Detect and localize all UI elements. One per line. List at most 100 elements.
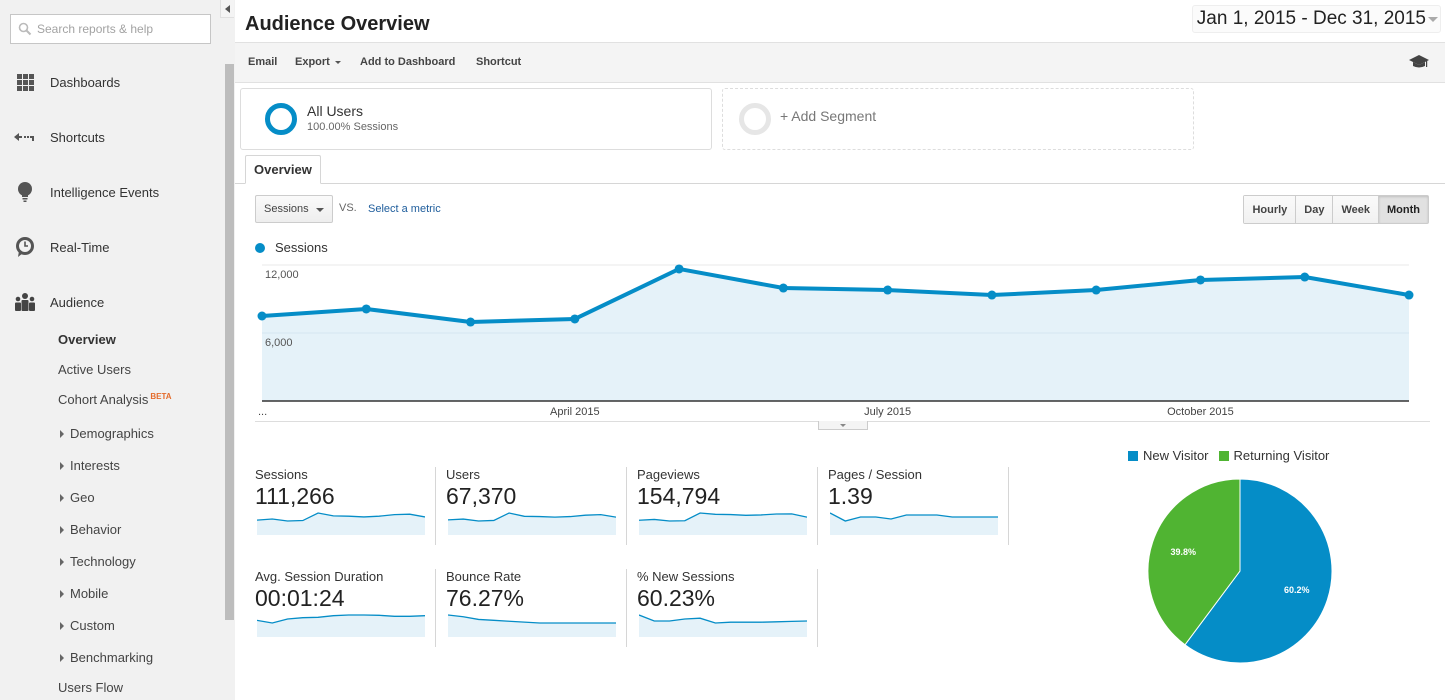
data-point[interactable] (466, 317, 476, 327)
shortcut-button[interactable]: Shortcut (476, 56, 521, 68)
sparkline-fill (257, 615, 425, 637)
sidebar-item-dashboards[interactable]: Dashboards (0, 67, 220, 97)
sidebar-subitem-demographics[interactable]: Demographics (58, 426, 154, 441)
segment-all-users[interactable]: All Users 100.00% Sessions (240, 88, 712, 150)
search-box[interactable] (10, 14, 211, 44)
data-point[interactable] (1091, 285, 1101, 295)
metric-select[interactable]: Sessions (255, 195, 333, 223)
data-point[interactable] (883, 285, 893, 295)
granularity-hourly-button[interactable]: Hourly (1244, 196, 1296, 223)
sidebar-subitem-overview[interactable]: Overview (58, 332, 116, 347)
add-segment-button[interactable]: + Add Segment (722, 88, 1194, 150)
collapse-sidebar-button[interactable] (220, 0, 234, 18)
line-chart-legend: Sessions (255, 240, 328, 255)
sidebar-item-label: Real-Time (50, 239, 110, 255)
sidebar-scrollbar[interactable] (225, 64, 234, 620)
data-point[interactable] (1195, 275, 1205, 285)
graduation-cap-icon[interactable] (1409, 54, 1429, 70)
metric-pageviews[interactable]: Pageviews 154,794 (637, 467, 827, 547)
data-point[interactable] (674, 264, 684, 274)
sidebar-item-real-time[interactable]: Real-Time (0, 232, 220, 262)
select-metric-link[interactable]: Select a metric (368, 203, 441, 215)
legend-dot (255, 242, 265, 253)
subitem-label: Geo (70, 490, 95, 505)
metric-divider (626, 467, 627, 545)
metric-divider (435, 569, 436, 647)
subitem-label: Interests (70, 458, 120, 473)
add-segment-label: + Add Segment (780, 108, 877, 124)
metric-bounce-rate[interactable]: Bounce Rate 76.27% (446, 569, 636, 649)
data-point[interactable] (987, 290, 997, 300)
export-button[interactable]: Export (295, 56, 341, 68)
sidebar-item-label: Audience (50, 294, 105, 310)
pie-legend-item-new[interactable]: New Visitor (1128, 448, 1209, 463)
metric-divider (817, 467, 818, 545)
data-point[interactable] (361, 304, 371, 314)
add-to-dashboard-button[interactable]: Add to Dashboard (360, 56, 455, 68)
people-icon (14, 291, 36, 313)
subitem-label: Behavior (70, 522, 122, 537)
sidebar-subitem-custom[interactable]: Custom (58, 618, 115, 633)
expand-chart-button[interactable] (818, 421, 868, 430)
metric-value: 1.39 (828, 483, 873, 509)
sidebar-subitem-interests[interactable]: Interests (58, 458, 120, 473)
sidebar: Dashboards Shortcuts Intelligence Events… (0, 0, 235, 700)
sidebar-item-label: Shortcuts (50, 129, 105, 145)
sidebar-subitem-active-users[interactable]: Active Users (58, 362, 131, 377)
sidebar-subitem-users-flow[interactable]: Users Flow (58, 680, 123, 695)
email-button[interactable]: Email (248, 56, 277, 68)
tab-overview[interactable]: Overview (245, 155, 321, 184)
search-icon (18, 22, 32, 36)
data-point[interactable] (1300, 272, 1310, 282)
expand-caret-icon (60, 461, 64, 470)
sidebar-subitem-geo[interactable]: Geo (58, 490, 95, 505)
metric-value: 67,370 (446, 483, 517, 509)
granularity-day-button[interactable]: Day (1295, 196, 1333, 223)
sidebar-item-audience[interactable]: Audience (0, 287, 220, 317)
sidebar-subitem-benchmarking[interactable]: Benchmarking (58, 650, 153, 665)
expand-caret-icon (60, 653, 64, 662)
data-point[interactable] (778, 283, 788, 293)
clock-icon (14, 236, 36, 258)
subitem-label: Custom (70, 618, 115, 633)
metric-new-sessions[interactable]: % New Sessions 60.23% (637, 569, 827, 649)
visitor-pie-chart: 60.2% 39.8% (1147, 478, 1333, 664)
metric-value: 154,794 (637, 483, 721, 509)
data-point[interactable] (570, 314, 580, 324)
granularity-toggle: Hourly Day Week Month (1243, 195, 1429, 224)
legend-label: Sessions (275, 240, 328, 255)
sparkline (639, 614, 807, 637)
dropdown-caret-icon (334, 60, 341, 64)
x-tick-label: July 2015 (864, 406, 911, 418)
data-point[interactable] (1404, 290, 1414, 300)
segment-ring-placeholder-icon (739, 103, 771, 135)
metric-users[interactable]: Users 67,370 (446, 467, 636, 547)
metric-divider (626, 569, 627, 647)
sidebar-subitem-cohort-analysis[interactable]: Cohort Analysis BETA (58, 392, 172, 407)
search-input[interactable] (37, 22, 197, 36)
metric-avg-session-duration[interactable]: Avg. Session Duration 00:01:24 (255, 569, 445, 649)
sidebar-item-shortcuts[interactable]: Shortcuts (0, 122, 220, 152)
legend-swatch (1128, 450, 1138, 461)
sidebar-subitem-technology[interactable]: Technology (58, 554, 136, 569)
date-range-picker[interactable]: Jan 1, 2015 - Dec 31, 2015 (1191, 5, 1441, 33)
expand-caret-icon (60, 525, 64, 534)
sidebar-subitem-mobile[interactable]: Mobile (58, 586, 108, 601)
subitem-label: Technology (70, 554, 136, 569)
metric-pages-session[interactable]: Pages / Session 1.39 (828, 467, 1018, 547)
granularity-month-button[interactable]: Month (1378, 196, 1428, 223)
legend-label: Returning Visitor (1233, 448, 1330, 463)
page-title: Audience Overview (245, 13, 430, 35)
expand-caret-icon (60, 557, 64, 566)
metric-label: % New Sessions (637, 569, 735, 584)
legend-swatch (1218, 450, 1229, 461)
segment-name: All Users (307, 103, 364, 119)
metric-label: Bounce Rate (446, 569, 522, 584)
sidebar-subitem-behavior[interactable]: Behavior (58, 522, 121, 537)
pie-legend-item-returning[interactable]: Returning Visitor (1218, 448, 1330, 463)
metric-sessions[interactable]: Sessions 111,266 (255, 467, 445, 547)
granularity-week-button[interactable]: Week (1332, 196, 1379, 223)
grid-icon (14, 71, 36, 93)
data-point[interactable] (257, 311, 267, 321)
sidebar-item-intelligence-events[interactable]: Intelligence Events (0, 177, 220, 207)
